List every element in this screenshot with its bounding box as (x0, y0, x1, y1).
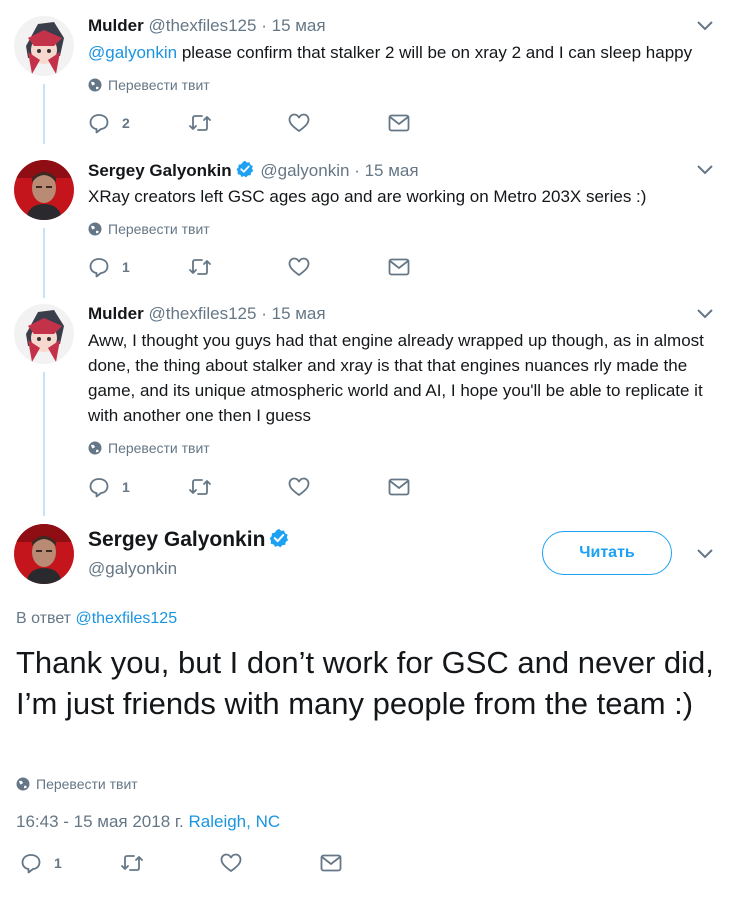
reply-button[interactable]: 1 (88, 256, 188, 278)
chevron-down-icon[interactable] (696, 164, 714, 176)
author-handle[interactable]: @galyonkin (260, 161, 349, 180)
tweet-actions: 1 (88, 256, 488, 278)
tweet-date[interactable]: 15 мая (272, 304, 326, 323)
tweet-header: Sergey Galyonkin @galyonkin · 15 мая (88, 160, 419, 181)
like-button[interactable] (220, 853, 320, 873)
globe-icon (16, 777, 30, 791)
author-handle[interactable]: @galyonkin (88, 559, 177, 579)
mention-link[interactable]: @galyonkin (88, 43, 177, 62)
separator: · (261, 16, 267, 35)
reply-button[interactable]: 1 (20, 852, 120, 874)
tweet[interactable]: Mulder @thexfiles125 · 15 мая @galyonkin… (0, 16, 740, 146)
tweet-body: please confirm that stalker 2 will be on… (177, 43, 693, 62)
reply-button[interactable]: 2 (88, 112, 188, 134)
dm-button[interactable] (388, 258, 488, 276)
tweet[interactable]: Sergey Galyonkin @galyonkin · 15 мая XRa… (0, 160, 740, 290)
like-button[interactable] (288, 113, 388, 133)
tweet-actions: 2 (88, 112, 488, 134)
tweet-text: Aww, I thought you guys had that engine … (88, 331, 704, 425)
author-name[interactable]: Sergey Galyonkin (88, 161, 232, 180)
translate-label: Перевести твит (108, 221, 210, 237)
tweet-date[interactable]: 15 мая (272, 16, 326, 35)
author-name[interactable]: Mulder (88, 304, 144, 323)
author-name-text: Sergey Galyonkin (88, 528, 266, 551)
chevron-down-icon[interactable] (696, 308, 714, 320)
tweet-actions: 1 (88, 476, 488, 498)
envelope-icon (388, 478, 410, 496)
envelope-icon (320, 854, 342, 872)
chevron-down-icon[interactable] (696, 548, 714, 560)
tweet-text: Thank you, but I don’t work for GSC and … (16, 645, 714, 721)
globe-icon (88, 441, 102, 455)
reply-icon (89, 114, 109, 134)
heart-icon (220, 853, 242, 872)
tweet-actions: 1 (20, 852, 420, 874)
reply-count: 1 (54, 855, 62, 871)
verified-badge-icon (236, 160, 253, 178)
tweet[interactable]: Mulder @thexfiles125 · 15 мая Aww, I tho… (0, 304, 740, 504)
dm-button[interactable] (388, 478, 488, 496)
heart-icon (288, 113, 310, 132)
avatar[interactable] (14, 524, 74, 584)
avatar[interactable] (14, 160, 74, 220)
separator: · (354, 161, 360, 180)
tweet-date[interactable]: 15 мая (365, 161, 419, 180)
author-handle[interactable]: @thexfiles125 (148, 304, 256, 323)
location-link[interactable]: Raleigh, NC (188, 812, 280, 831)
tweet-meta: 16:43 - 15 мая 2018 г. Raleigh, NC (16, 812, 280, 832)
verified-badge-icon (270, 528, 289, 548)
follow-button[interactable]: Читать (542, 531, 672, 575)
retweet-icon (121, 855, 143, 871)
retweet-icon (189, 259, 211, 275)
chevron-down-icon[interactable] (696, 20, 714, 32)
reply-count: 2 (122, 115, 130, 131)
envelope-icon (388, 258, 410, 276)
heart-icon (288, 477, 310, 496)
dm-button[interactable] (388, 114, 488, 132)
like-button[interactable] (288, 477, 388, 497)
avatar[interactable] (14, 16, 74, 76)
reply-count: 1 (122, 259, 130, 275)
retweet-button[interactable] (188, 256, 288, 278)
globe-icon (88, 222, 102, 236)
translate-link[interactable]: Перевести твит (16, 776, 138, 792)
translate-label: Перевести твит (108, 77, 210, 93)
reply-icon (21, 854, 41, 874)
translate-link[interactable]: Перевести твит (88, 77, 210, 93)
author-handle[interactable]: @thexfiles125 (148, 16, 256, 35)
retweet-button[interactable] (120, 852, 220, 874)
separator: · (261, 304, 267, 323)
translate-link[interactable]: Перевести твит (88, 440, 210, 456)
reply-count: 1 (122, 479, 130, 495)
globe-icon (88, 78, 102, 92)
avatar[interactable] (14, 304, 74, 364)
retweet-icon (189, 479, 211, 495)
tweet-text: XRay creators left GSC ages ago and are … (88, 187, 647, 206)
author-name[interactable]: Sergey Galyonkin (88, 528, 291, 552)
tweet-header: Mulder @thexfiles125 · 15 мая (88, 16, 326, 36)
reply-context: В ответ @thexfiles125 (16, 610, 177, 628)
like-button[interactable] (288, 257, 388, 277)
retweet-button[interactable] (188, 476, 288, 498)
retweet-button[interactable] (188, 112, 288, 134)
reply-icon (89, 478, 109, 498)
translate-label: Перевести твит (108, 440, 210, 456)
reply-button[interactable]: 1 (88, 476, 188, 498)
author-name[interactable]: Mulder (88, 16, 144, 35)
tweet-header: Mulder @thexfiles125 · 15 мая (88, 304, 326, 324)
dm-button[interactable] (320, 854, 420, 872)
reply-prefix: В ответ (16, 610, 76, 627)
reply-to-link[interactable]: @thexfiles125 (75, 610, 177, 627)
tweet-text: @galyonkin please confirm that stalker 2… (88, 40, 718, 65)
timestamp[interactable]: 16:43 - 15 мая 2018 г. (16, 812, 184, 831)
reply-icon (89, 258, 109, 278)
translate-label: Перевести твит (36, 776, 138, 792)
envelope-icon (388, 114, 410, 132)
translate-link[interactable]: Перевести твит (88, 221, 210, 237)
retweet-icon (189, 115, 211, 131)
heart-icon (288, 257, 310, 276)
